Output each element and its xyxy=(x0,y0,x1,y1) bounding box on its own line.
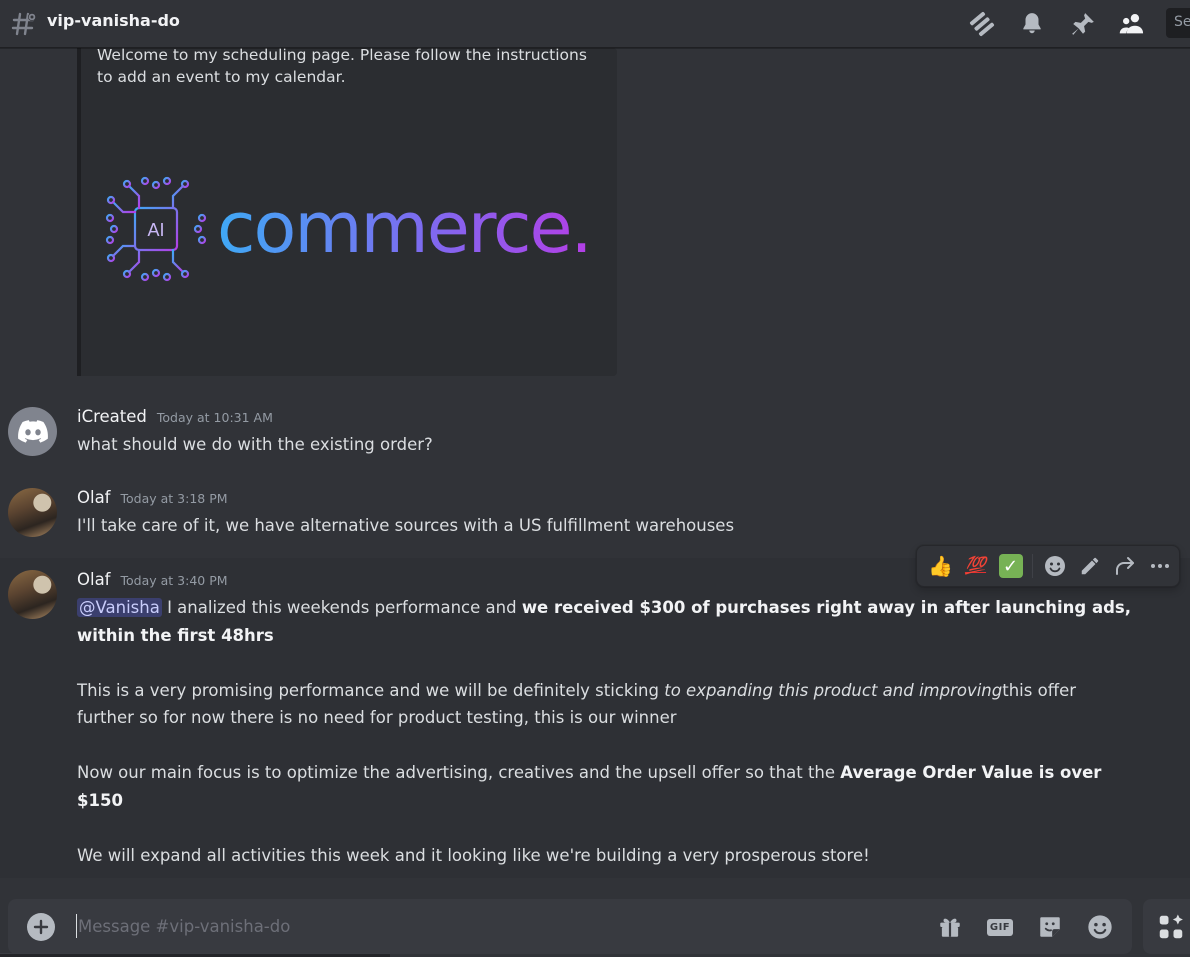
apps-icon xyxy=(1159,914,1183,939)
username[interactable]: Olaf xyxy=(77,488,111,507)
app-launcher-button[interactable] xyxy=(1143,899,1190,954)
message-paragraph: Now our main focus is to optimize the ad… xyxy=(77,763,1102,810)
avatar[interactable] xyxy=(8,488,57,537)
avatar[interactable] xyxy=(8,407,57,456)
scheduling-embed: Welcome to my scheduling page. Please fo… xyxy=(77,46,617,376)
discord-logo-icon xyxy=(17,419,48,443)
ai-chip-icon: AI xyxy=(105,176,207,282)
user-mention[interactable]: @Vanisha xyxy=(77,598,162,617)
avatar[interactable] xyxy=(8,570,57,619)
edit-pencil-icon[interactable] xyxy=(1072,550,1107,582)
upload-plus-icon[interactable] xyxy=(27,913,55,941)
message-paragraph: This is a very promising performance and… xyxy=(77,680,1077,728)
message-paragraph: @Vanisha I analized this weekends perfor… xyxy=(77,598,1132,645)
message-olaf-2[interactable]: Olaf Today at 3:40 PM @Vanisha I analize… xyxy=(0,558,1190,878)
toolbar-divider xyxy=(1032,554,1033,578)
emoji-picker-icon[interactable] xyxy=(1084,911,1116,943)
ai-chip-label: AI xyxy=(147,220,164,240)
logo-wordmark: commerce. xyxy=(217,187,593,269)
gift-icon[interactable] xyxy=(934,911,966,943)
embed-description: Welcome to my scheduling page. Please fo… xyxy=(97,46,587,86)
search-input[interactable]: Se xyxy=(1166,8,1190,38)
timestamp[interactable]: Today at 10:31 AM xyxy=(157,410,273,425)
message-composer: GIF xyxy=(8,899,1132,954)
text-channel-hash-icon xyxy=(10,10,38,38)
embed-image-ai-commerce-logo[interactable]: AI commerce. xyxy=(101,174,601,294)
message-input[interactable] xyxy=(78,913,878,939)
message-icreated[interactable]: iCreated Today at 10:31 AM what should w… xyxy=(0,396,1190,476)
text-caret xyxy=(76,914,77,938)
reaction-hundred-button[interactable]: 💯 xyxy=(958,550,993,582)
message-text: what should we do with the existing orde… xyxy=(77,435,433,454)
message-paragraph: We will expand all activities this week … xyxy=(77,845,870,865)
reaction-thumbs-up-button[interactable]: 👍 xyxy=(923,550,958,582)
timestamp[interactable]: Today at 3:18 PM xyxy=(121,491,228,506)
check-mark-icon: ✓ xyxy=(998,554,1023,578)
bottom-divider xyxy=(0,953,390,957)
username[interactable]: Olaf xyxy=(77,570,111,589)
notification-bell-icon[interactable] xyxy=(1017,9,1047,39)
more-options-icon[interactable] xyxy=(1142,550,1177,582)
reaction-check-button[interactable]: ✓ xyxy=(993,550,1028,582)
message-header: Olaf Today at 3:40 PM xyxy=(77,570,228,589)
channel-header: vip-vanisha-do Se xyxy=(0,0,1190,48)
pinned-messages-icon[interactable] xyxy=(1068,9,1098,39)
timestamp[interactable]: Today at 3:40 PM xyxy=(121,573,228,588)
sticker-icon[interactable] xyxy=(1034,911,1066,943)
add-reaction-icon[interactable] xyxy=(1037,550,1072,582)
member-list-icon[interactable] xyxy=(1117,9,1147,39)
message-header: iCreated Today at 10:31 AM xyxy=(77,407,273,426)
message-actions-toolbar: 👍 💯 ✓ xyxy=(916,545,1180,587)
message-header: Olaf Today at 3:18 PM xyxy=(77,488,228,507)
gif-icon[interactable]: GIF xyxy=(984,911,1016,943)
message-text: I'll take care of it, we have alternativ… xyxy=(77,516,735,535)
threads-icon[interactable] xyxy=(967,9,997,39)
message-text: @Vanisha I analized this weekends perfor… xyxy=(77,594,1137,869)
channel-name: vip-vanisha-do xyxy=(47,11,180,30)
forward-arrow-icon[interactable] xyxy=(1107,550,1142,582)
username[interactable]: iCreated xyxy=(77,407,147,426)
